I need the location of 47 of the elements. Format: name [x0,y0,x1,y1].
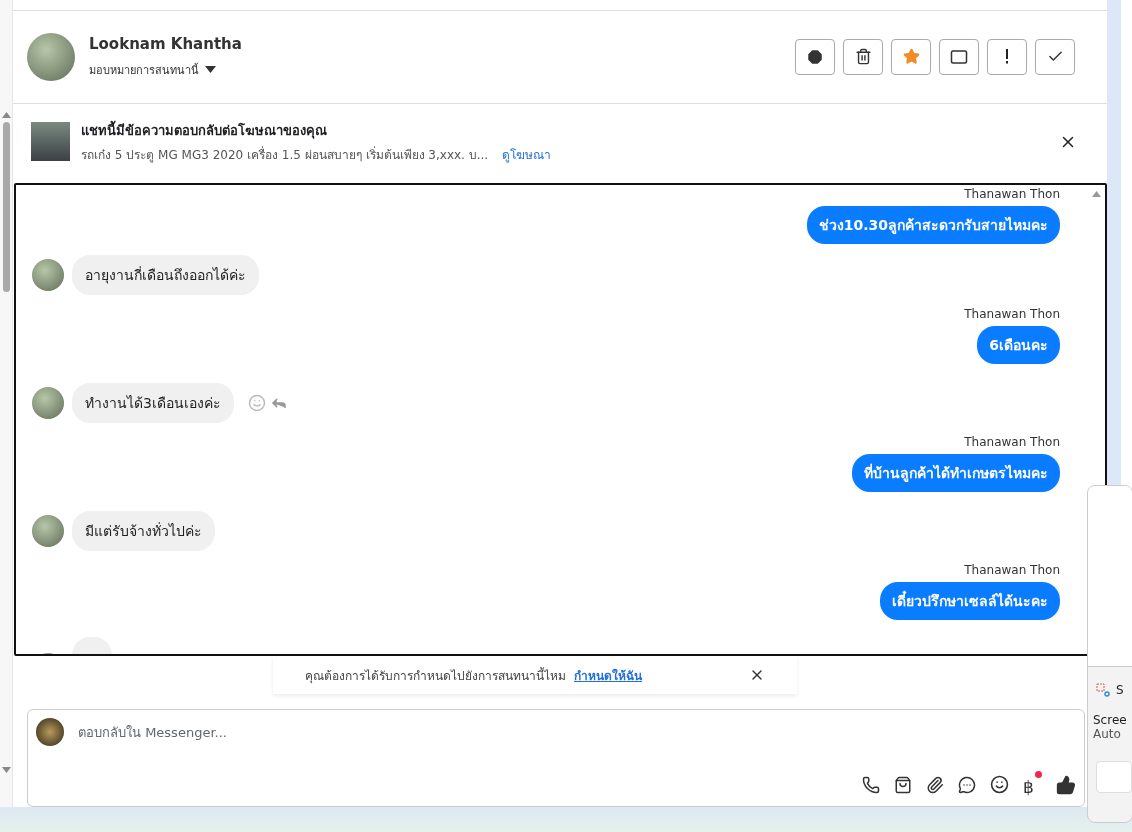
contact-name: Looknam Khantha [89,34,243,53]
sender-name: Thanawan Thon [964,434,1060,449]
scrollbar-thumb[interactable] [2,122,10,292]
alert-octagon-button[interactable] [795,38,835,75]
app-name: S [1116,683,1124,697]
payment-button[interactable]: ฿ [1023,771,1042,798]
star-button[interactable] [891,38,931,75]
received-message-bubble: ทำงานได้3เดือนเองค่ะ [72,382,234,423]
received-message-bubble: อายุงานกี่เดือนถึงออกได้ค่ะ [72,254,259,295]
exclamation-icon [1005,49,1009,65]
chat-bubble-icon[interactable] [958,775,976,794]
avatar-photo-placeholder [32,258,64,291]
scroll-up-arrow-icon[interactable] [1092,190,1101,197]
sent-message-bubble: ที่บ้านลูกค้าได้ทำเกษตรไหมคะ [852,453,1060,492]
sender-name: Thanawan Thon [964,562,1060,577]
sent-message-bubble: ช่วง10.30ลูกค้าสะดวกรับสายไหมคะ [806,205,1060,244]
trash-icon [854,48,872,66]
avatar-photo-placeholder [32,386,64,419]
ad-description: รถเก๋ง 5 ประตู MG MG3 2020 เครื่อง 1.5 ผ่อนสบายๆ เริ่มต้นเพียง 3,xxx. บ... [81,145,489,164]
call-icon[interactable] [862,775,880,794]
sender-name: Thanawan Thon [964,186,1060,201]
scroll-down-arrow-icon[interactable] [1,767,11,773]
assign-to-me-link[interactable]: กำหนดให้ฉัน [574,665,642,685]
ad-photo-placeholder [31,122,70,162]
check-button[interactable] [1035,38,1075,75]
sent-message-bubble: เดี๋ยวปรึกษาเซลล์ได้นะคะ [880,581,1060,620]
view-ad-link[interactable]: ดูโฆษณา [502,144,552,164]
ad-reply-title: แชทนี้มีข้อความตอบกลับต่อโฆษณาของคุณ [81,119,328,141]
assign-notice-text: คุณต้องการได้รับการกำหนดไปยังการสนทนานี้ไหม [305,666,566,685]
caret-icon [205,66,216,74]
scroll-up-arrow-icon[interactable] [1,112,11,118]
shopping-bag-icon[interactable] [894,775,912,794]
avatar-photo-placeholder [27,32,75,81]
assign-conversation-dropdown[interactable]: มอบหมายการสนทนานี้ [89,60,216,79]
notification-subtitle: Auto [1092,727,1121,742]
notification-title: Scree [1092,712,1127,728]
received-message-bubble: มีแต่รับจ้างทั่วไปค่ะ [72,510,215,551]
sent-message-bubble: 6เดือนคะ [977,325,1060,364]
smiley-icon[interactable] [990,775,1009,794]
trash-button[interactable] [843,38,883,75]
mail-button[interactable] [939,38,979,75]
avatar-photo-placeholder [32,514,64,547]
star-icon [902,48,920,66]
thumbs-up-icon[interactable] [1056,774,1076,795]
page-avatar-photo-placeholder [36,718,64,747]
paperclip-icon[interactable] [926,775,944,794]
sender-name: Thanawan Thon [964,306,1060,321]
